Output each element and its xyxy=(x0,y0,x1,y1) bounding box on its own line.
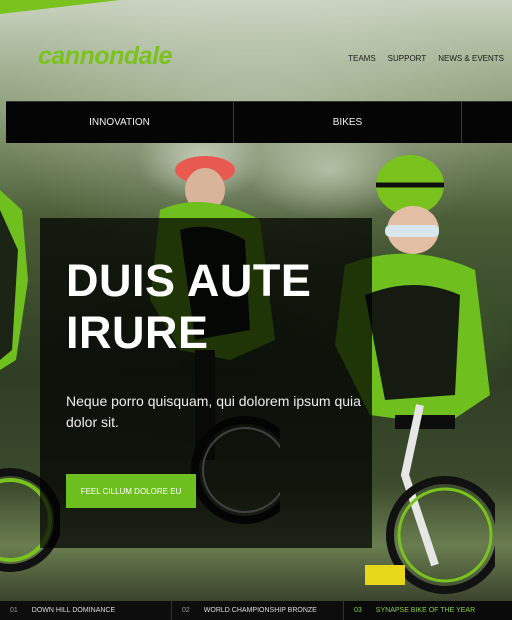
top-link-news-events[interactable]: NEWS & EVENTS xyxy=(438,54,504,63)
slide-number: 01 xyxy=(10,607,18,614)
nav-item-more[interactable] xyxy=(462,102,512,143)
slide-tab-3-active[interactable]: 03 SYNAPSE BIKE OF THE YEAR xyxy=(344,601,512,620)
slide-tab-1[interactable]: 01 DOWN HILL DOMINANCE xyxy=(0,601,172,620)
slide-number: 02 xyxy=(182,607,190,614)
slide-tab-2[interactable]: 02 WORLD CHAMPIONSHIP BRONZE xyxy=(172,601,344,620)
top-link-support[interactable]: SUPPORT xyxy=(388,54,427,63)
top-utility-nav: TEAMS SUPPORT NEWS & EVENTS xyxy=(348,54,504,63)
top-link-teams[interactable]: TEAMS xyxy=(348,54,376,63)
nav-item-innovation[interactable]: INNOVATION xyxy=(6,102,234,143)
slide-number: 03 xyxy=(354,607,362,614)
hero-cta-button[interactable]: FEEL CILLUM DOLORE EU xyxy=(66,474,196,508)
slide-label: WORLD CHAMPIONSHIP BRONZE xyxy=(203,607,317,614)
cannondale-logo[interactable]: cannondale xyxy=(38,42,172,71)
hero-headline: DUIS AUTE IRURE xyxy=(66,255,312,358)
slide-label: SYNAPSE BIKE OF THE YEAR xyxy=(375,607,476,614)
nav-item-bikes[interactable]: BIKES xyxy=(234,102,462,143)
hero-subcopy: Neque porro quisquam, qui dolorem ipsum … xyxy=(66,393,361,430)
hero-slider-tabs: 01 DOWN HILL DOMINANCE 02 WORLD CHAMPION… xyxy=(0,601,512,620)
slide-label: DOWN HILL DOMINANCE xyxy=(31,607,116,614)
site-header: cannondale TEAMS SUPPORT NEWS & EVENTS xyxy=(0,0,512,100)
main-nav: INNOVATION BIKES xyxy=(6,101,512,143)
